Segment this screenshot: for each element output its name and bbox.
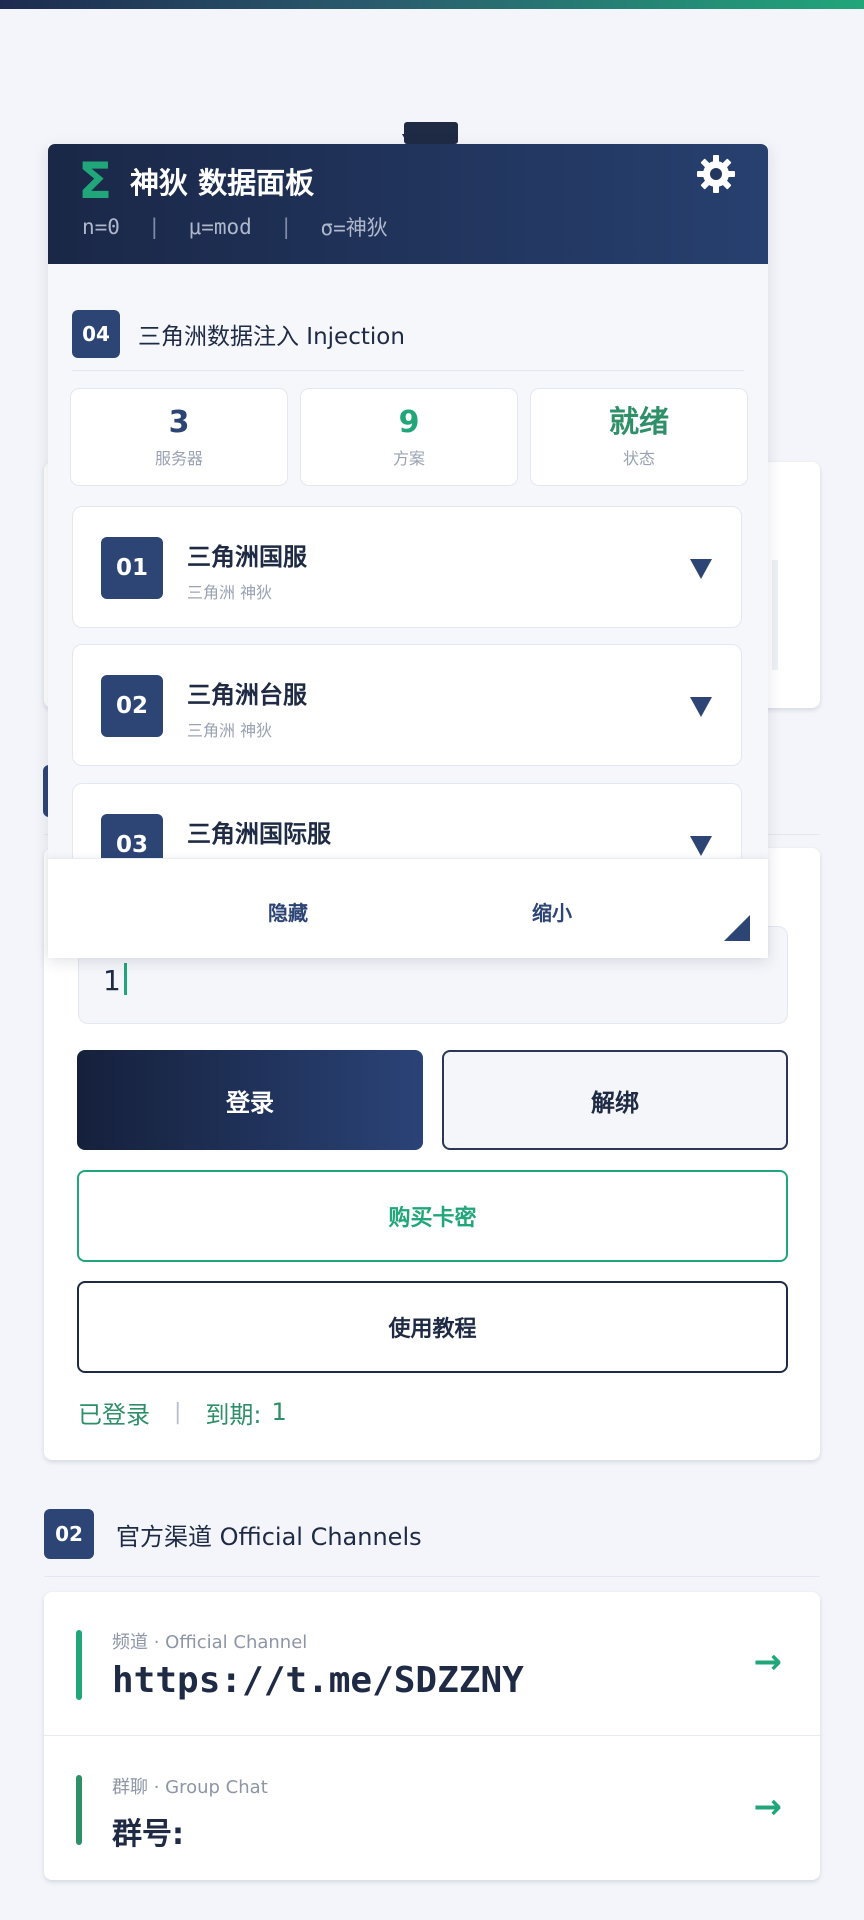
server-subtitle: 三角洲 神狄 <box>187 583 273 602</box>
channel-label: 频道 · Official Channel <box>112 1632 308 1653</box>
panel-params: n=0 | μ=mod | σ=神狄 <box>82 212 388 242</box>
server-item-tw[interactable]: 02 三角洲台服 三角洲 神狄 <box>72 644 742 766</box>
stat-label: 状态 <box>622 449 655 468</box>
channel-accent-bar <box>76 1630 82 1700</box>
resize-handle-icon[interactable] <box>724 915 750 941</box>
stat-plans: 9 方案 <box>300 388 518 486</box>
top-accent-bar <box>0 0 864 9</box>
caret-down-icon[interactable] <box>690 836 712 856</box>
unbind-button[interactable]: 解绑 <box>442 1050 788 1150</box>
login-status-text: 已登录 <box>78 1400 150 1429</box>
section-title: 三角洲数据注入 Injection <box>138 324 405 350</box>
sigma-icon: Σ <box>78 152 113 210</box>
background-logo-fragment <box>404 122 458 144</box>
server-name: 三角洲台服 <box>187 681 307 709</box>
expiry-value: 1 <box>271 1398 287 1426</box>
channel-row-group[interactable]: 群聊 · Group Chat 群号: → <box>44 1737 820 1880</box>
param-sigma: σ=神狄 <box>320 216 388 240</box>
channels-list: 频道 · Official Channel https://t.me/SDZZN… <box>44 1592 820 1880</box>
section-title: 官方渠道 Official Channels <box>116 1522 422 1551</box>
param-mu: μ=mod <box>188 215 252 239</box>
login-status: 已登录 | 到期: 1 <box>78 1394 287 1430</box>
buy-card-key-button[interactable]: 购买卡密 <box>77 1170 788 1262</box>
hide-button[interactable]: 隐藏 <box>268 897 308 926</box>
expiry-label: 到期: <box>205 1400 262 1429</box>
tutorial-button[interactable]: 使用教程 <box>77 1281 788 1373</box>
param-n: n=0 <box>82 215 120 239</box>
panel-footer: 隐藏 缩小 <box>48 858 768 958</box>
stat-label: 方案 <box>392 449 425 468</box>
group-number: 群号: <box>112 1817 184 1852</box>
section-number-badge: 02 <box>44 1509 94 1559</box>
injection-section-header: 04 三角洲数据注入 Injection <box>72 310 405 358</box>
panel-header[interactable]: Σ 神狄 数据面板 n=0 | μ=mod | σ=神狄 <box>48 144 768 264</box>
stat-value: 3 <box>168 405 190 440</box>
caret-down-icon[interactable] <box>690 697 712 717</box>
param-separator: | <box>279 215 293 239</box>
stat-value: 就绪 <box>609 405 669 440</box>
stat-label: 服务器 <box>154 449 203 468</box>
stat-servers: 3 服务器 <box>70 388 288 486</box>
arrow-right-icon[interactable]: → <box>754 1642 783 1682</box>
channel-label: 群聊 · Group Chat <box>112 1777 268 1798</box>
param-separator: | <box>147 215 161 239</box>
server-subtitle: 三角洲 神狄 <box>187 721 273 740</box>
data-panel[interactable]: Σ 神狄 数据面板 n=0 | μ=mod | σ=神狄 04 三角洲数据注入 … <box>48 144 768 958</box>
section-divider <box>44 1576 820 1577</box>
stats-row: 3 服务器 9 方案 就绪 状态 <box>70 388 748 486</box>
server-number-badge: 01 <box>101 537 163 599</box>
server-item-cn[interactable]: 01 三角洲国服 三角洲 神狄 <box>72 506 742 628</box>
server-item-intl[interactable]: 03 三角洲国际服 <box>72 783 742 876</box>
channel-accent-bar <box>76 1775 82 1845</box>
server-number-badge: 02 <box>101 675 163 737</box>
channel-row-official[interactable]: 频道 · Official Channel https://t.me/SDZZN… <box>44 1592 820 1736</box>
stat-value: 9 <box>398 405 420 440</box>
server-name: 三角洲国服 <box>187 543 307 571</box>
section-number-badge: 04 <box>72 310 120 358</box>
section-divider <box>72 370 744 371</box>
card-key-input-value: 1 <box>103 964 121 997</box>
channels-section-header: 02 官方渠道 Official Channels <box>44 1509 422 1559</box>
login-button[interactable]: 登录 <box>77 1050 423 1150</box>
stat-status: 就绪 状态 <box>530 388 748 486</box>
shrink-button[interactable]: 缩小 <box>532 897 572 926</box>
background-divider <box>772 560 778 670</box>
server-name: 三角洲国际服 <box>187 820 331 848</box>
text-caret <box>123 963 127 995</box>
channel-link[interactable]: https://t.me/SDZZNY <box>112 1660 524 1701</box>
panel-title: 神狄 数据面板 <box>130 166 315 200</box>
status-separator: | <box>174 1399 182 1425</box>
gear-icon[interactable] <box>694 152 738 196</box>
arrow-right-icon[interactable]: → <box>754 1787 783 1827</box>
caret-down-icon[interactable] <box>690 559 712 579</box>
